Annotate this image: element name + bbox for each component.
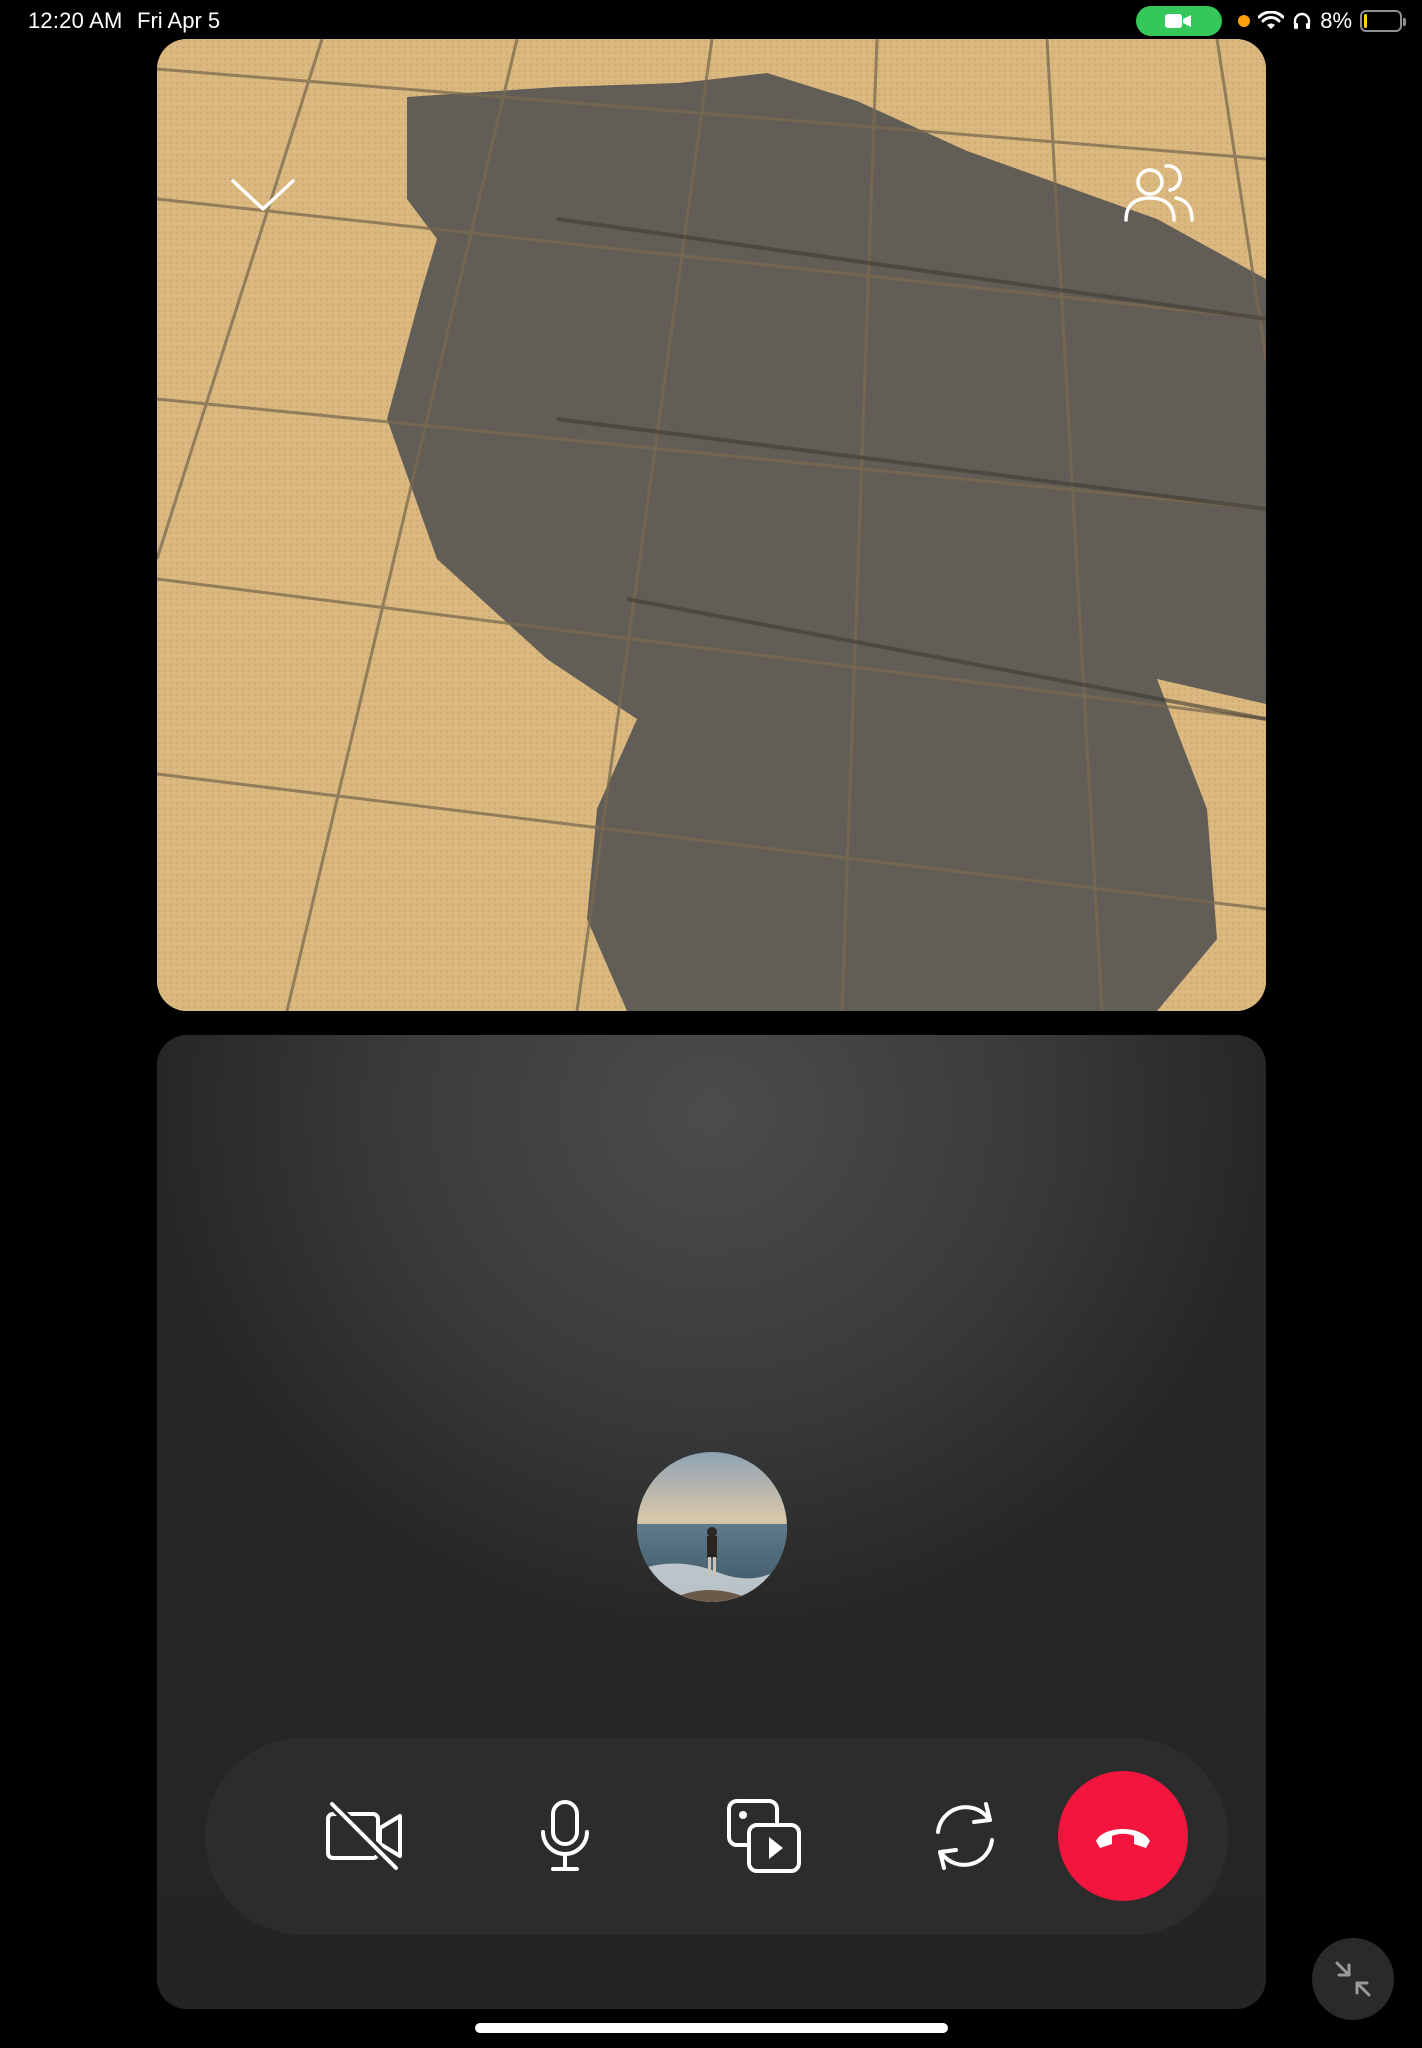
participants-button[interactable] bbox=[1115, 149, 1203, 237]
profile-avatar[interactable] bbox=[637, 1452, 787, 1602]
camera-off-icon bbox=[326, 1800, 402, 1872]
chevron-down-icon bbox=[231, 179, 295, 211]
remote-video[interactable] bbox=[157, 39, 1266, 1011]
battery-fill bbox=[1364, 14, 1367, 28]
avatar-image bbox=[637, 1452, 787, 1602]
collapse-button[interactable] bbox=[227, 159, 299, 231]
wifi-icon bbox=[1258, 11, 1285, 29]
home-indicator[interactable] bbox=[475, 2023, 948, 2033]
status-indicators: 8% bbox=[1136, 6, 1406, 36]
flip-camera-button[interactable] bbox=[915, 1786, 1015, 1886]
battery-icon bbox=[1360, 10, 1406, 32]
mic-indicator-dot bbox=[1238, 15, 1251, 27]
status-time: 12:20 AM bbox=[28, 8, 123, 33]
end-call-button[interactable] bbox=[1058, 1771, 1188, 1901]
minimize-button[interactable] bbox=[1312, 1938, 1394, 2020]
status-date: Fri Apr 5 bbox=[137, 8, 221, 33]
minimize-icon bbox=[1335, 1961, 1371, 1997]
participants-icon bbox=[1124, 164, 1194, 222]
microphone-icon bbox=[541, 1800, 589, 1871]
remote-video-frame bbox=[157, 39, 1266, 1011]
call-controls-bar bbox=[205, 1738, 1228, 1935]
camera-call-pill-icon[interactable] bbox=[1136, 6, 1223, 36]
end-call-icon bbox=[1096, 1829, 1150, 1848]
media-share-icon bbox=[727, 1799, 801, 1873]
flip-camera-icon bbox=[936, 1802, 994, 1870]
self-video-tile bbox=[157, 1035, 1266, 2009]
headphones-icon bbox=[1294, 12, 1311, 29]
battery-percentage: 8% bbox=[1320, 8, 1352, 33]
status-bar: 12:20 AM Fri Apr 5 8% bbox=[0, 0, 1422, 40]
video-call-screen: 12:20 AM Fri Apr 5 8% bbox=[0, 0, 1422, 2048]
microphone-button[interactable] bbox=[515, 1786, 615, 1886]
camera-toggle-button[interactable] bbox=[315, 1786, 415, 1886]
share-media-button[interactable] bbox=[715, 1786, 815, 1886]
